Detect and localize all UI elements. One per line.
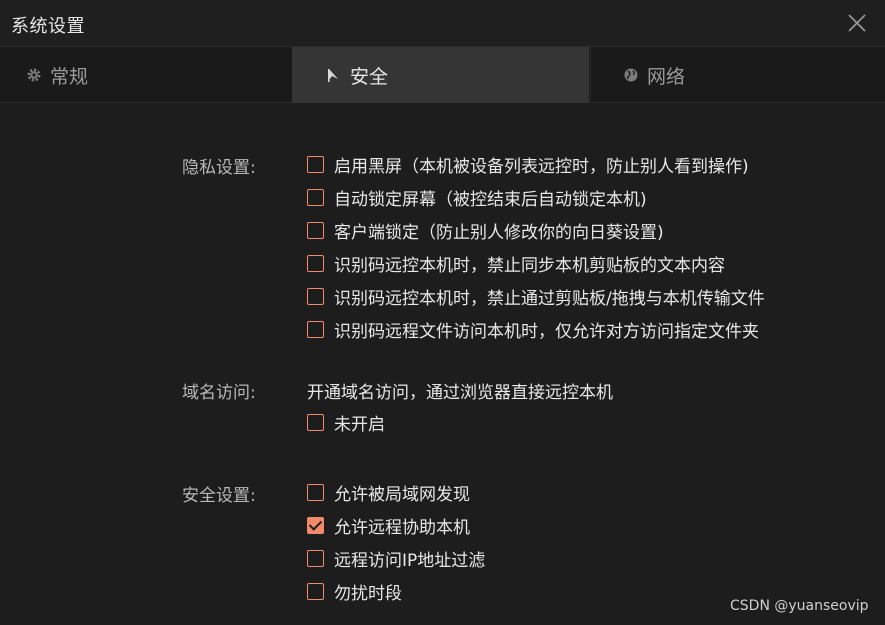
option-auto-lock-screen[interactable]: 自动锁定屏幕（被控结束后自动锁定本机) <box>307 185 647 210</box>
option-label: 识别码远控本机时，禁止通过剪贴板/拖拽与本机传输文件 <box>334 288 765 309</box>
checkbox[interactable] <box>307 413 324 431</box>
option-label: 识别码远控本机时，禁止同步本机剪贴板的文本内容 <box>334 255 725 276</box>
checkbox[interactable] <box>307 549 324 567</box>
tab-general-label: 常规 <box>50 65 89 88</box>
watermark: CSDN @yuanseovip <box>730 598 869 614</box>
tab-general[interactable]: 常规 <box>0 47 292 103</box>
tab-bar: 常规 安全 网络 <box>0 47 885 103</box>
option-client-lock[interactable]: 客户端锁定（防止别人修改你的向日葵设置) <box>307 218 664 243</box>
option-label: 未开启 <box>334 414 385 435</box>
option-disable-file-transfer[interactable]: 识别码远控本机时，禁止通过剪贴板/拖拽与本机传输文件 <box>307 284 765 309</box>
checkbox[interactable] <box>307 582 324 600</box>
close-icon[interactable] <box>846 12 868 34</box>
title-bar: 系统设置 <box>0 0 885 47</box>
option-ip-filter[interactable]: 远程访问IP地址过滤 <box>307 546 486 571</box>
option-label: 识别码远程文件访问本机时，仅允许对方访问指定文件夹 <box>334 321 759 342</box>
globe-icon <box>621 65 641 85</box>
checkbox[interactable] <box>307 188 324 206</box>
option-label: 勿扰时段 <box>334 583 402 604</box>
option-restrict-folder-access[interactable]: 识别码远程文件访问本机时，仅允许对方访问指定文件夹 <box>307 317 759 342</box>
checkbox[interactable] <box>307 155 324 173</box>
checkbox[interactable] <box>307 320 324 338</box>
domain-access-label: 域名访问: <box>182 383 256 403</box>
checkbox[interactable] <box>307 221 324 239</box>
tab-security-label: 安全 <box>350 65 389 88</box>
option-label: 允许远程协助本机 <box>334 517 470 538</box>
option-label: 启用黑屏（本机被设备列表远控时，防止别人看到操作) <box>334 156 749 177</box>
option-disable-clipboard-text[interactable]: 识别码远控本机时，禁止同步本机剪贴板的文本内容 <box>307 251 725 276</box>
option-domain-not-enabled[interactable]: 未开启 <box>307 410 385 435</box>
option-black-screen[interactable]: 启用黑屏（本机被设备列表远控时，防止别人看到操作) <box>307 152 749 177</box>
checkbox[interactable] <box>307 254 324 272</box>
domain-access-description: 开通域名访问，通过浏览器直接远控本机 <box>307 383 613 403</box>
privacy-settings-label: 隐私设置: <box>182 158 256 178</box>
checkbox-checked[interactable] <box>307 516 324 534</box>
shield-flag-icon <box>324 65 344 85</box>
option-label: 远程访问IP地址过滤 <box>334 550 486 571</box>
checkbox[interactable] <box>307 483 324 501</box>
tab-network-label: 网络 <box>647 65 686 88</box>
option-label: 自动锁定屏幕（被控结束后自动锁定本机) <box>334 189 647 210</box>
option-do-not-disturb[interactable]: 勿扰时段 <box>307 579 402 604</box>
option-label: 客户端锁定（防止别人修改你的向日葵设置) <box>334 222 664 243</box>
gear-icon <box>24 65 44 85</box>
option-remote-assist[interactable]: 允许远程协助本机 <box>307 513 470 538</box>
checkbox[interactable] <box>307 287 324 305</box>
tab-security[interactable]: 安全 <box>292 47 589 103</box>
security-settings-label: 安全设置: <box>182 486 256 506</box>
option-lan-discovery[interactable]: 允许被局域网发现 <box>307 480 470 505</box>
tab-network[interactable]: 网络 <box>590 47 885 103</box>
option-label: 允许被局域网发现 <box>334 484 470 505</box>
window-title: 系统设置 <box>11 16 85 37</box>
